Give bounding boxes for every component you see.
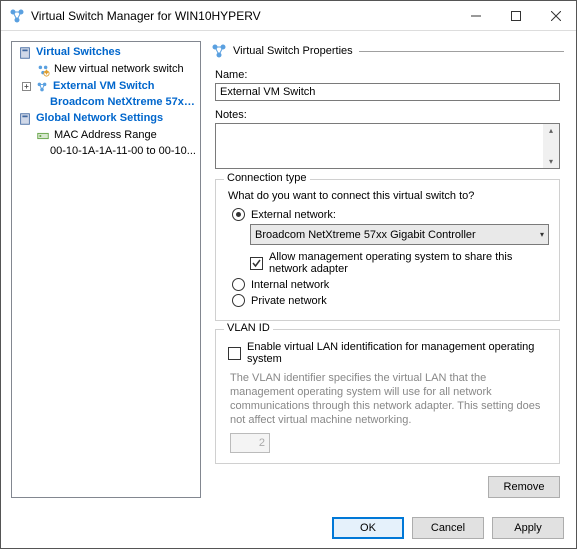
scrollbar[interactable]: ▴ ▾	[543, 124, 559, 168]
tree-section-virtual-switches[interactable]: Virtual Switches	[12, 44, 200, 61]
window-root: Virtual Switch Manager for WIN10HYPERV V…	[0, 0, 577, 549]
scroll-up-icon[interactable]: ▴	[549, 124, 553, 137]
connection-prompt: What do you want to connect this virtual…	[228, 190, 549, 202]
tree-item-external-detail[interactable]: Broadcom NetXtreme 57xx Gi...	[12, 95, 200, 110]
tree-item-new-switch[interactable]: ✦ New virtual network switch	[12, 61, 200, 78]
network-icon	[211, 43, 227, 59]
new-network-icon: ✦	[36, 63, 50, 77]
radio-internal[interactable]: Internal network	[232, 278, 549, 291]
expander-icon[interactable]: +	[22, 82, 31, 91]
radio-icon	[232, 294, 245, 307]
vlan-description: The VLAN identifier specifies the virtua…	[230, 371, 543, 427]
close-button[interactable]	[536, 1, 576, 31]
tree-section-global[interactable]: Global Network Settings	[12, 110, 200, 127]
name-input[interactable]	[215, 83, 560, 101]
name-label: Name:	[215, 69, 564, 81]
remove-row: Remove	[215, 476, 560, 498]
checkbox-vlan-enable[interactable]: Enable virtual LAN identification for ma…	[228, 341, 549, 365]
tree-label: Global Network Settings	[36, 111, 163, 126]
checkbox-icon	[250, 257, 263, 270]
tree-label: New virtual network switch	[54, 62, 184, 77]
adapter-dropdown[interactable]: Broadcom NetXtreme 57xx Gigabit Controll…	[250, 224, 549, 245]
vlan-group: VLAN ID Enable virtual LAN identificatio…	[215, 329, 560, 464]
radio-label: External network:	[251, 209, 336, 221]
svg-text:✦: ✦	[42, 67, 50, 77]
checkbox-label: Allow management operating system to sha…	[269, 251, 549, 275]
scroll-down-icon[interactable]: ▾	[549, 155, 553, 168]
minimize-button[interactable]	[456, 1, 496, 31]
sidebar-tree[interactable]: Virtual Switches ✦ New virtual network s…	[11, 41, 201, 498]
separator	[359, 51, 564, 52]
tree-label: External VM Switch	[53, 79, 154, 94]
dropdown-value: Broadcom NetXtreme 57xx Gigabit Controll…	[255, 229, 540, 241]
checkbox-icon	[228, 347, 241, 360]
tree-label: MAC Address Range	[54, 128, 157, 143]
vlan-value: 2	[259, 437, 265, 449]
vlan-id-input: 2	[230, 433, 270, 453]
properties-title: Virtual Switch Properties	[233, 45, 353, 57]
tree-item-mac-range[interactable]: MAC Address Range	[12, 127, 200, 144]
connection-type-group: Connection type What do you want to conn…	[215, 179, 560, 321]
dialog-footer: OK Cancel Apply	[1, 508, 576, 548]
radio-private[interactable]: Private network	[232, 294, 549, 307]
maximize-button[interactable]	[496, 1, 536, 31]
radio-label: Private network	[251, 295, 327, 307]
properties-panel: Virtual Switch Properties Name: Notes: ▴…	[209, 41, 566, 498]
cancel-button[interactable]: Cancel	[412, 517, 484, 539]
window-title: Virtual Switch Manager for WIN10HYPERV	[31, 9, 456, 23]
properties-header: Virtual Switch Properties	[211, 43, 564, 59]
tree-item-external-switch[interactable]: + External VM Switch	[12, 78, 200, 95]
remove-button[interactable]: Remove	[488, 476, 560, 498]
content-area: Virtual Switches ✦ New virtual network s…	[1, 31, 576, 508]
notes-label: Notes:	[215, 109, 564, 121]
tree-item-mac-detail: 00-10-1A-1A-11-00 to 00-10...	[12, 144, 200, 159]
checkbox-label: Enable virtual LAN identification for ma…	[247, 341, 549, 365]
checkbox-allow-mgmt[interactable]: Allow management operating system to sha…	[250, 251, 549, 275]
app-icon	[9, 8, 25, 24]
radio-external[interactable]: External network:	[232, 208, 549, 221]
ok-button[interactable]: OK	[332, 517, 404, 539]
network-icon	[35, 80, 49, 94]
tree-label: Virtual Switches	[36, 45, 121, 60]
server-icon	[18, 112, 32, 126]
radio-icon	[232, 208, 245, 221]
nic-icon	[36, 129, 50, 143]
radio-icon	[232, 278, 245, 291]
titlebar: Virtual Switch Manager for WIN10HYPERV	[1, 1, 576, 31]
group-legend: VLAN ID	[224, 322, 273, 334]
chevron-down-icon: ▾	[540, 230, 544, 239]
apply-button[interactable]: Apply	[492, 517, 564, 539]
notes-textarea[interactable]: ▴ ▾	[215, 123, 560, 169]
server-icon	[18, 46, 32, 60]
group-legend: Connection type	[224, 172, 310, 184]
radio-label: Internal network	[251, 279, 329, 291]
